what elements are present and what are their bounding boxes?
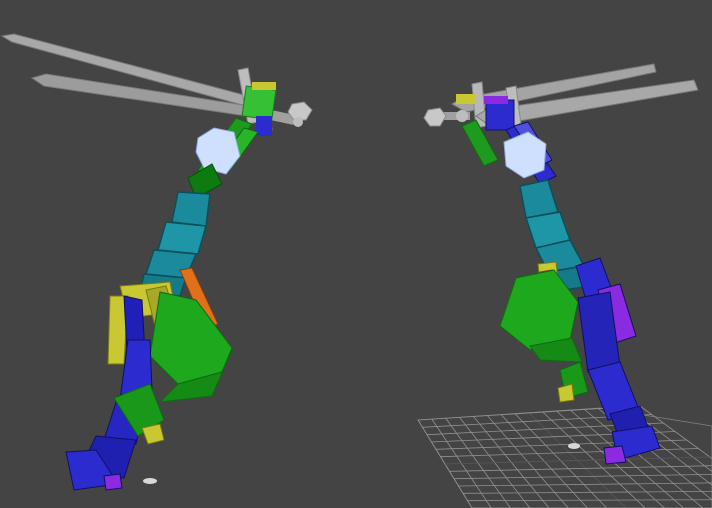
grid-line xyxy=(440,448,699,458)
grid-line xyxy=(462,490,712,494)
left-biped-figure[interactable] xyxy=(0,33,313,491)
grid-line xyxy=(453,473,712,480)
left-thigh[interactable] xyxy=(149,291,233,385)
3d-viewport[interactable] xyxy=(0,0,712,508)
right-head[interactable] xyxy=(503,131,547,179)
grid-line xyxy=(444,456,711,465)
left-torso[interactable] xyxy=(139,191,211,297)
viewport-scene[interactable] xyxy=(0,0,712,508)
left-hand[interactable] xyxy=(241,85,277,121)
right-biped-figure[interactable] xyxy=(423,63,699,465)
right-hand[interactable] xyxy=(485,99,515,131)
ground-grid xyxy=(417,405,712,508)
right-leg[interactable] xyxy=(575,257,661,465)
